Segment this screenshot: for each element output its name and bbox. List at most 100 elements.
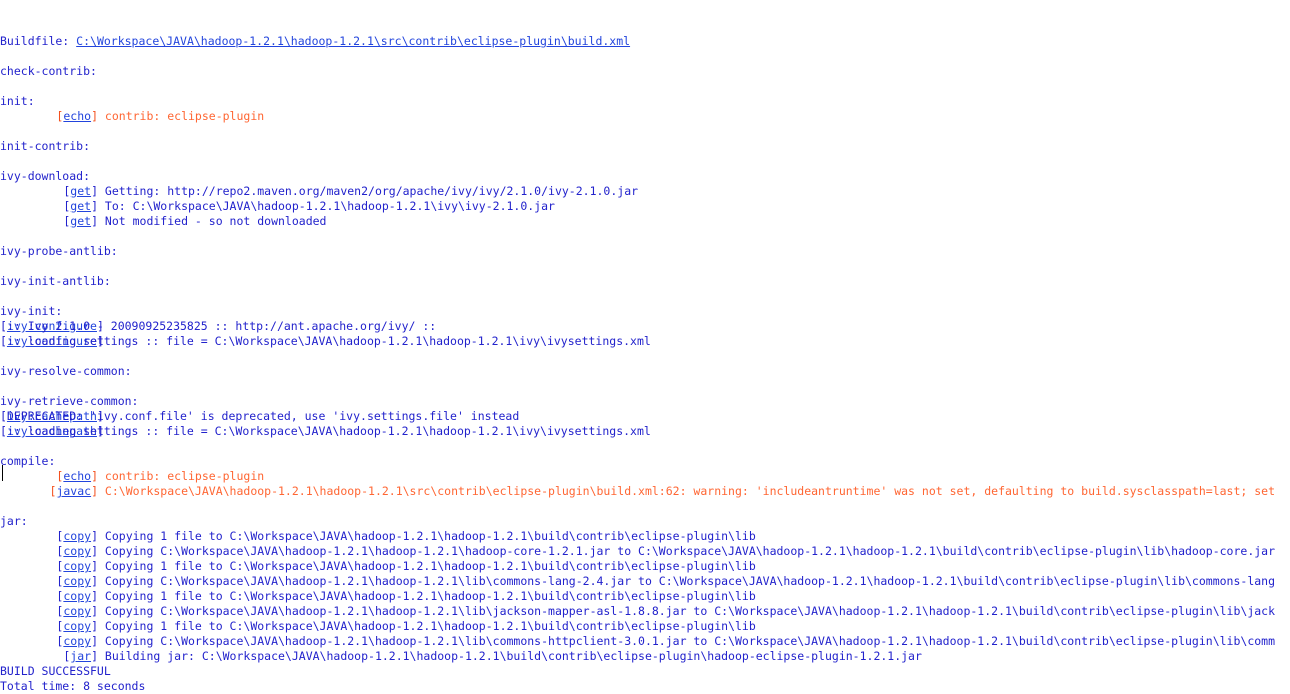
- ant-task-line: [echo] contrib: eclipse-plugin: [0, 109, 1290, 124]
- ant-target-header: init-contrib:: [0, 139, 1290, 154]
- ant-task-line: [copy] Copying 1 file to C:\Workspace\JA…: [0, 559, 1290, 574]
- tag-close-bracket: ]: [91, 574, 98, 588]
- ant-task-line: [copy] Copying C:\Workspace\JAVA\hadoop-…: [0, 604, 1290, 619]
- ant-task-tag[interactable]: [get]: [0, 199, 98, 214]
- ant-task-line: [copy] Copying C:\Workspace\JAVA\hadoop-…: [0, 574, 1290, 589]
- ant-task-message: C:\Workspace\JAVA\hadoop-1.2.1\hadoop-1.…: [98, 484, 1276, 498]
- tag-name-link[interactable]: copy: [63, 589, 91, 603]
- ant-target-header: init:: [0, 94, 1290, 109]
- ant-target-header: ivy-download:: [0, 169, 1290, 184]
- ant-task-line: [ivy:cachepath] :: loading settings :: f…: [0, 424, 1290, 439]
- ant-task-tag[interactable]: [javac]: [0, 484, 99, 499]
- tag-close-bracket: ]: [91, 109, 98, 123]
- ant-task-line: [copy] Copying C:\Workspace\JAVA\hadoop-…: [0, 544, 1290, 559]
- ant-task-tag[interactable]: [copy]: [0, 574, 98, 589]
- tag-name-link[interactable]: jar: [70, 649, 91, 663]
- tag-name-link[interactable]: copy: [63, 634, 91, 648]
- tag-name-link[interactable]: copy: [63, 619, 91, 633]
- build-result-line: BUILD SUCCESSFUL: [0, 664, 1290, 679]
- ant-task-message: Not modified - so not downloaded: [98, 214, 327, 228]
- tag-name-link[interactable]: copy: [63, 574, 91, 588]
- tag-close-bracket: ]: [91, 619, 98, 633]
- ant-target-name: init-contrib:: [0, 139, 91, 153]
- ant-target-header: ivy-init-antlib:: [0, 274, 1290, 289]
- ant-task-line: [copy] Copying 1 file to C:\Workspace\JA…: [0, 529, 1290, 544]
- tag-name-link[interactable]: copy: [63, 559, 91, 573]
- ant-task-message: Getting: http://repo2.maven.org/maven2/o…: [98, 184, 639, 198]
- ant-target-name: ivy-resolve-common:: [0, 364, 132, 378]
- ant-task-tag[interactable]: [get]: [0, 184, 98, 199]
- ant-task-tag[interactable]: [jar]: [0, 649, 98, 664]
- ant-task-tag[interactable]: [copy]: [0, 529, 98, 544]
- tag-close-bracket: ]: [91, 214, 98, 228]
- ant-task-message: Copying 1 file to C:\Workspace\JAVA\hado…: [98, 559, 756, 573]
- ant-build-console[interactable]: Buildfile: C:\Workspace\JAVA\hadoop-1.2.…: [0, 0, 1290, 694]
- tag-name-link[interactable]: get: [70, 199, 91, 213]
- tag-name-link[interactable]: copy: [63, 604, 91, 618]
- ant-task-line: [javac] C:\Workspace\JAVA\hadoop-1.2.1\h…: [0, 484, 1290, 499]
- ant-target-header: compile:: [0, 454, 1290, 469]
- ant-target-name: ivy-retrieve-common:: [0, 394, 139, 408]
- buildfile-path-link[interactable]: C:\Workspace\JAVA\hadoop-1.2.1\hadoop-1.…: [76, 34, 630, 48]
- tag-close-bracket: ]: [91, 529, 98, 543]
- tag-close-bracket: ]: [91, 469, 98, 483]
- ant-task-tag[interactable]: [get]: [0, 214, 98, 229]
- ant-target-header: ivy-retrieve-common:: [0, 394, 1290, 409]
- tag-close-bracket: ]: [91, 649, 98, 663]
- ant-target-name: jar:: [0, 514, 28, 528]
- tag-name-link[interactable]: echo: [63, 469, 91, 483]
- ant-task-message: contrib: eclipse-plugin: [98, 109, 265, 123]
- ant-task-message: Copying 1 file to C:\Workspace\JAVA\hado…: [98, 619, 756, 633]
- tag-name-link[interactable]: javac: [56, 484, 91, 498]
- ant-task-message: :: Ivy 2.1.0 - 20090925235825 :: http://…: [0, 319, 437, 333]
- tag-close-bracket: ]: [91, 199, 98, 213]
- ant-target-name: check-contrib:: [0, 64, 97, 78]
- ant-task-message: Copying C:\Workspace\JAVA\hadoop-1.2.1\h…: [98, 634, 1276, 648]
- ant-task-tag[interactable]: [copy]: [0, 589, 98, 604]
- tag-name-link[interactable]: echo: [63, 109, 91, 123]
- build-result-text: BUILD SUCCESSFUL: [0, 664, 111, 678]
- ant-target-name: ivy-download:: [0, 169, 91, 183]
- ant-target-name: ivy-init:: [0, 304, 63, 318]
- tag-close-bracket: ]: [91, 544, 98, 558]
- buildfile-label: Buildfile:: [0, 34, 77, 48]
- ant-task-tag[interactable]: [copy]: [0, 619, 98, 634]
- ant-target-header: check-contrib:: [0, 64, 1290, 79]
- ant-task-line: [get] Not modified - so not downloaded: [0, 214, 1290, 229]
- ant-task-tag[interactable]: [echo]: [0, 109, 98, 124]
- ant-task-message: DEPRECATED: 'ivy.conf.file' is deprecate…: [0, 409, 520, 423]
- ant-task-message: Copying C:\Workspace\JAVA\hadoop-1.2.1\h…: [98, 544, 1276, 558]
- ant-target-header: ivy-resolve-common:: [0, 364, 1290, 379]
- ant-task-message: Building jar: C:\Workspace\JAVA\hadoop-1…: [98, 649, 922, 663]
- ant-task-line: [copy] Copying 1 file to C:\Workspace\JA…: [0, 589, 1290, 604]
- ant-task-tag[interactable]: [echo]: [0, 469, 98, 484]
- ant-task-tag[interactable]: [copy]: [0, 604, 98, 619]
- ant-task-line: [get] Getting: http://repo2.maven.org/ma…: [0, 184, 1290, 199]
- ant-task-tag[interactable]: [copy]: [0, 544, 98, 559]
- ant-task-line: [echo] contrib: eclipse-plugin: [0, 469, 1290, 484]
- ant-task-message: Copying 1 file to C:\Workspace\JAVA\hado…: [98, 529, 756, 543]
- ant-task-line: [copy] Copying C:\Workspace\JAVA\hadoop-…: [0, 634, 1290, 649]
- ant-task-tag[interactable]: [copy]: [0, 634, 98, 649]
- tag-name-link[interactable]: copy: [63, 544, 91, 558]
- ant-target-name: ivy-init-antlib:: [0, 274, 111, 288]
- ant-task-tag[interactable]: [copy]: [0, 559, 98, 574]
- buildfile-line: Buildfile: C:\Workspace\JAVA\hadoop-1.2.…: [0, 34, 1290, 49]
- ant-target-header: ivy-probe-antlib:: [0, 244, 1290, 259]
- tag-name-link[interactable]: get: [70, 184, 91, 198]
- tag-name-link[interactable]: copy: [63, 529, 91, 543]
- tag-close-bracket: ]: [91, 184, 98, 198]
- tag-name-link[interactable]: get: [70, 214, 91, 228]
- ant-task-message: contrib: eclipse-plugin: [98, 469, 265, 483]
- ant-target-name: compile:: [0, 454, 56, 468]
- build-result-line: Total time: 8 seconds: [0, 679, 1290, 694]
